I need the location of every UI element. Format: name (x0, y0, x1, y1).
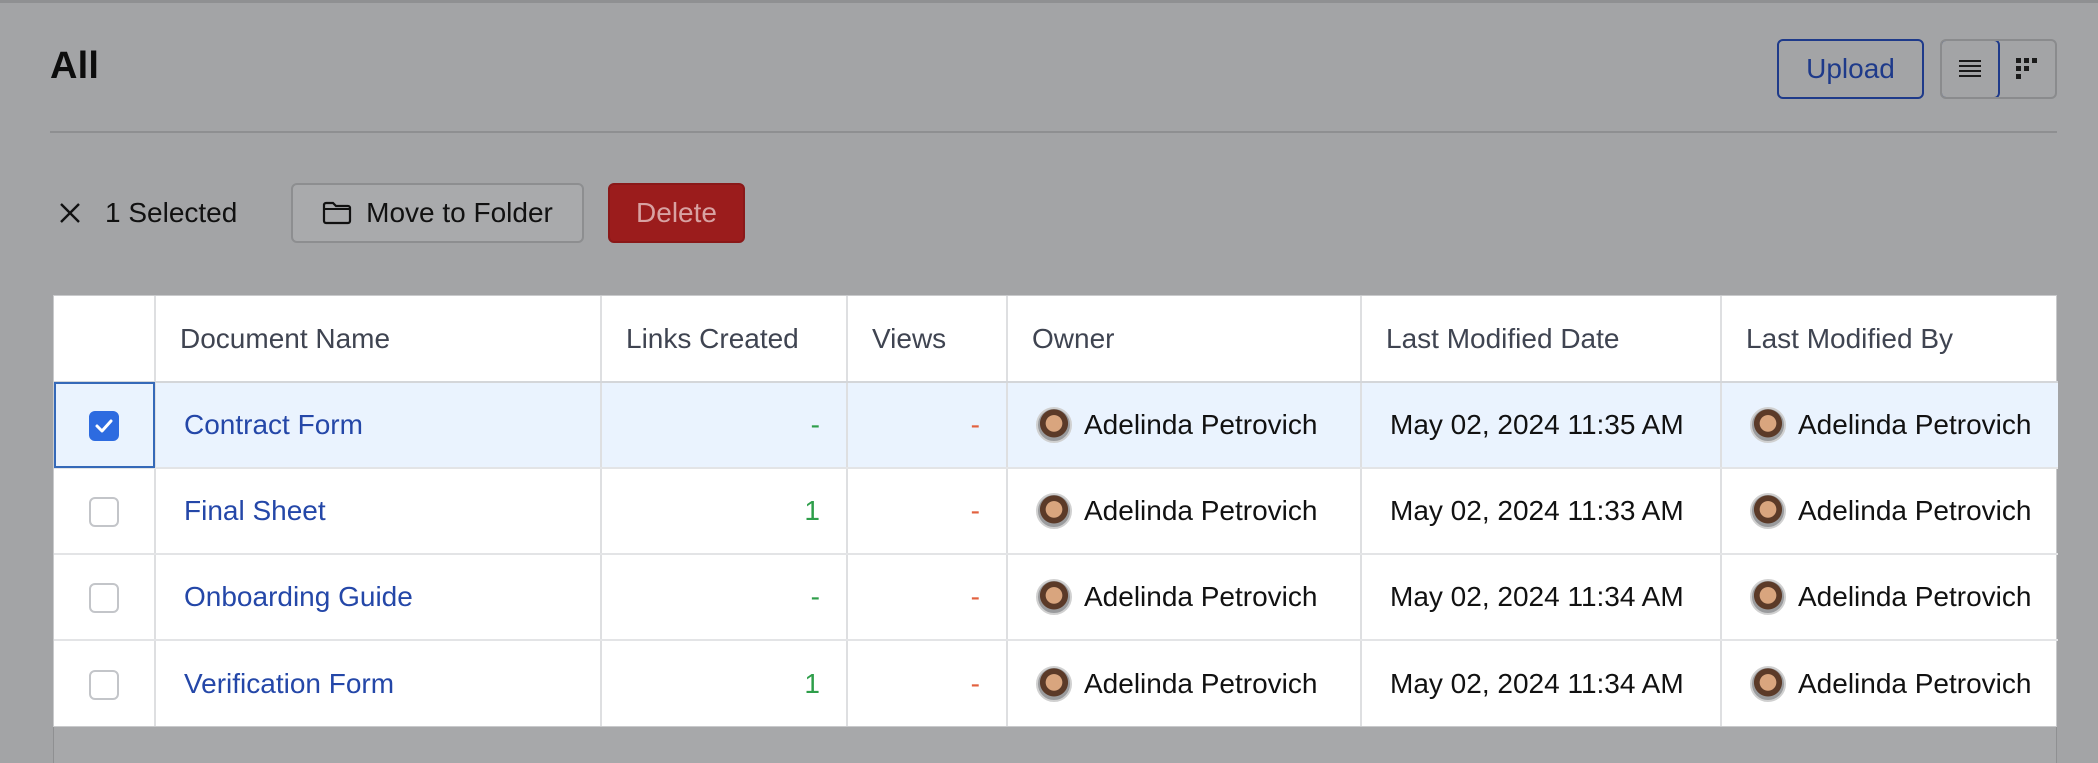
owner-name: Adelinda Petrovich (1084, 581, 1318, 612)
last-modified-by-cell: Adelinda Petrovich (1721, 554, 2058, 641)
document-link[interactable]: Final Sheet (156, 495, 326, 527)
folder-icon (323, 201, 352, 225)
document-name-cell: Final Sheet (155, 468, 602, 555)
last-modified-date-cell: May 02, 2024 11:33 AM (1361, 468, 1722, 555)
header-owner[interactable]: Owner (1007, 296, 1362, 383)
row-select-cell (54, 382, 156, 469)
links-created-cell: 1 (601, 468, 848, 555)
document-link[interactable]: Contract Form (156, 409, 363, 441)
last-modified-date-cell: May 02, 2024 11:35 AM (1361, 382, 1722, 469)
avatar (1750, 407, 1786, 443)
last-modified-by-cell: Adelinda Petrovich (1721, 468, 2058, 555)
selected-count: 1 Selected (105, 197, 238, 228)
page-title: All (50, 45, 100, 87)
links-created-value: - (810, 581, 820, 612)
row-select-cell (54, 468, 156, 555)
links-created-cell: - (601, 382, 848, 469)
header-select (54, 296, 156, 383)
row-select-cell (54, 640, 156, 726)
owner-cell: Adelinda Petrovich (1007, 382, 1362, 469)
document-name-cell: Contract Form (155, 382, 602, 469)
move-to-folder-label: Move to Folder (366, 197, 553, 228)
row-checkbox[interactable] (89, 411, 119, 442)
table-row[interactable]: Onboarding Guide - - Adelinda Petrovich … (54, 554, 2058, 641)
table-header-row: Document Name Links Created Views Owner … (54, 296, 2058, 383)
avatar (1036, 407, 1072, 443)
avatar (1036, 579, 1072, 615)
document-link[interactable]: Verification Form (156, 668, 394, 700)
header-links-created[interactable]: Links Created (601, 296, 848, 383)
header-divider (50, 131, 2057, 133)
avatar (1750, 579, 1786, 615)
view-toggle (1940, 39, 2057, 99)
clear-selection-button[interactable] (56, 199, 84, 227)
table-row[interactable]: Verification Form 1 - Adelinda Petrovich… (54, 640, 2058, 726)
views-cell: - (847, 382, 1008, 469)
documents-table: Document Name Links Created Views Owner … (53, 295, 2058, 727)
grid-view-button[interactable] (2000, 41, 2056, 97)
document-name-cell: Verification Form (155, 640, 602, 726)
modified-by-name: Adelinda Petrovich (1798, 409, 2032, 440)
last-modified-date-cell: May 02, 2024 11:34 AM (1361, 640, 1722, 726)
header-views[interactable]: Views (847, 296, 1008, 383)
row-checkbox[interactable] (89, 669, 119, 700)
views-value: - (970, 581, 980, 612)
owner-name: Adelinda Petrovich (1084, 409, 1318, 440)
modified-by-name: Adelinda Petrovich (1798, 667, 2032, 699)
modified-by-name: Adelinda Petrovich (1798, 581, 2032, 612)
last-modified-date-cell: May 02, 2024 11:34 AM (1361, 554, 1722, 641)
avatar (1750, 493, 1786, 529)
modified-by-name: Adelinda Petrovich (1798, 495, 2032, 526)
document-name-cell: Onboarding Guide (155, 554, 602, 641)
table-row[interactable]: Contract Form - - Adelinda Petrovich May… (54, 382, 2058, 469)
avatar (1036, 665, 1072, 702)
avatar (1036, 493, 1072, 529)
views-cell: - (847, 554, 1008, 641)
move-to-folder-button[interactable]: Move to Folder (291, 183, 584, 243)
header-last-modified-date[interactable]: Last Modified Date (1361, 296, 1722, 383)
row-checkbox[interactable] (89, 497, 119, 528)
views-cell: - (847, 468, 1008, 555)
links-created-value: - (810, 409, 820, 440)
row-checkbox[interactable] (89, 583, 119, 614)
list-view-icon (1958, 60, 1981, 77)
views-value: - (970, 495, 980, 526)
owner-cell: Adelinda Petrovich (1007, 640, 1362, 726)
header-document-name[interactable]: Document Name (155, 296, 602, 383)
close-icon (60, 203, 80, 223)
delete-button[interactable]: Delete (608, 183, 745, 243)
table-row[interactable]: Final Sheet 1 - Adelinda Petrovich May 0… (54, 468, 2058, 555)
last-modified-by-cell: Adelinda Petrovich (1721, 640, 2058, 726)
links-created-value: 1 (804, 495, 820, 526)
links-created-cell: - (601, 554, 848, 641)
avatar (1750, 665, 1786, 702)
row-select-cell (54, 554, 156, 641)
table-footer-area (53, 727, 2057, 763)
documents-page: All Upload 1 Selected Move to Folder Del… (0, 0, 2098, 763)
list-view-button[interactable] (1942, 41, 2000, 97)
views-cell: - (847, 640, 1008, 726)
last-modified-by-cell: Adelinda Petrovich (1721, 382, 2058, 469)
owner-cell: Adelinda Petrovich (1007, 554, 1362, 641)
views-value: - (970, 667, 980, 699)
header-last-modified-by[interactable]: Last Modified By (1721, 296, 2058, 383)
links-created-cell: 1 (601, 640, 848, 726)
owner-name: Adelinda Petrovich (1084, 495, 1318, 526)
views-value: - (970, 409, 980, 440)
owner-name: Adelinda Petrovich (1084, 667, 1318, 699)
check-icon (95, 419, 113, 433)
owner-cell: Adelinda Petrovich (1007, 468, 1362, 555)
links-created-value: 1 (804, 667, 820, 699)
upload-button[interactable]: Upload (1777, 39, 1924, 99)
document-link[interactable]: Onboarding Guide (156, 581, 413, 613)
grid-view-icon (2016, 58, 2038, 79)
